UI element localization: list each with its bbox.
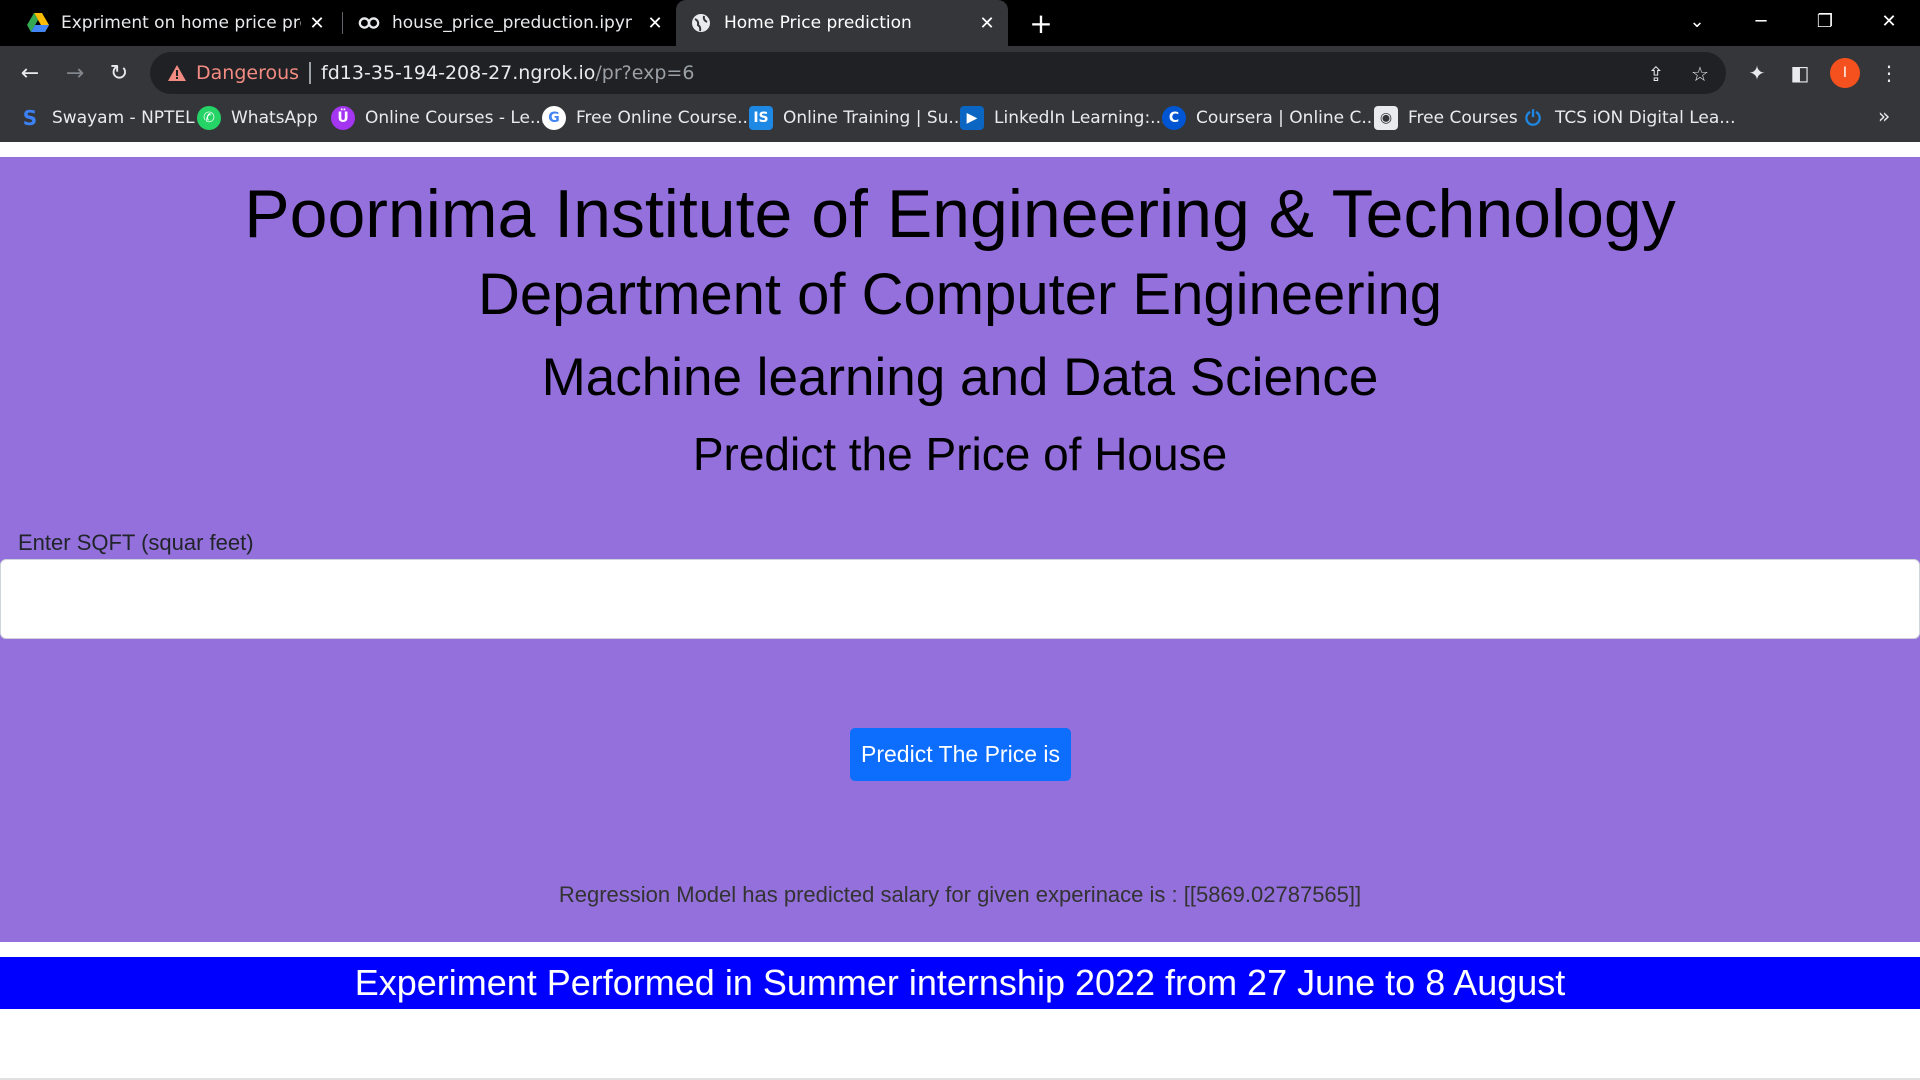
bookmarks-overflow-button[interactable]: »: [1878, 104, 1890, 128]
bookmark-label: Free Online Course...: [576, 108, 754, 128]
extensions-icon[interactable]: ✦: [1740, 56, 1774, 90]
linkedin-learning-icon: ▶: [960, 106, 984, 130]
prediction-result: Regression Model has predicted salary fo…: [558, 882, 1362, 907]
warning-icon[interactable]: [168, 64, 186, 82]
close-tab-icon[interactable]: ✕: [976, 12, 998, 34]
main-section: Poornima Institute of Engineering & Tech…: [0, 157, 1920, 1009]
bookmark-free-courses[interactable]: ◉ Free Courses: [1374, 100, 1518, 136]
sqft-label: Enter SQFT (squar feet): [18, 530, 254, 555]
bookmark-swayam[interactable]: S Swayam - NPTEL: [18, 100, 195, 136]
swayam-icon: S: [22, 106, 38, 130]
bookmarks-bar: S Swayam - NPTEL ✆ WhatsApp Ü Online Cou…: [0, 100, 1920, 142]
profile-avatar[interactable]: I: [1830, 58, 1860, 88]
tab-home-price-prediction[interactable]: Home Price prediction ✕: [676, 0, 1008, 46]
bookmark-star-icon[interactable]: ☆: [1687, 61, 1713, 87]
browser-tab-bar: Expriment on home price predict ✕ house_…: [0, 0, 1920, 46]
back-icon[interactable]: ←: [13, 56, 47, 90]
reload-icon[interactable]: ↻: [102, 56, 136, 90]
bookmark-label: Online Training | Su...: [783, 108, 965, 128]
udemy-icon: Ü: [331, 106, 355, 130]
department-heading: Department of Computer Engineering: [478, 262, 1442, 327]
tab-search-icon[interactable]: ⌄: [1665, 0, 1729, 42]
tab-colab[interactable]: house_price_preduction.ipynb - C ✕: [346, 0, 676, 46]
google-icon: G: [542, 106, 566, 130]
bookmark-whatsapp[interactable]: ✆ WhatsApp: [197, 100, 318, 136]
footer-banner: Experiment Performed in Summer internshi…: [0, 957, 1920, 1009]
minimize-icon[interactable]: ─: [1729, 0, 1793, 42]
predict-button[interactable]: Predict The Price is: [850, 728, 1071, 781]
is-icon: IS: [749, 106, 773, 130]
tab-title: Home Price prediction: [724, 13, 912, 33]
bookmark-label: LinkedIn Learning:...: [994, 108, 1167, 128]
close-tab-icon[interactable]: ✕: [644, 12, 666, 34]
coursera-icon: C: [1162, 106, 1186, 130]
url-host: fd13-35-194-208-27.ngrok.io: [321, 62, 596, 84]
bookmark-label: TCS iON Digital Lea...: [1555, 108, 1736, 128]
course-heading: Machine learning and Data Science: [541, 348, 1379, 407]
page-title: Predict the Price of House: [692, 428, 1228, 480]
restore-icon[interactable]: ❐: [1793, 0, 1857, 42]
sqft-input[interactable]: [0, 559, 1920, 639]
shield-icon: ◉: [1374, 106, 1398, 130]
bookmark-label: Online Courses - Le...: [365, 108, 547, 128]
whatsapp-icon: ✆: [197, 106, 221, 130]
security-label[interactable]: Dangerous: [196, 62, 299, 84]
tab-title: Expriment on home price predict: [61, 13, 301, 33]
bookmark-coursera[interactable]: C Coursera | Online C...: [1162, 100, 1378, 136]
omnibox-divider: [309, 62, 312, 84]
forward-icon[interactable]: →: [58, 56, 92, 90]
bookmark-tcs-ion[interactable]: ⏻ TCS iON Digital Lea...: [1521, 100, 1735, 136]
colab-icon: [358, 12, 380, 34]
address-bar[interactable]: Dangerous fd13-35-194-208-27.ngrok.io/pr…: [150, 52, 1726, 94]
bookmark-online-training[interactable]: IS Online Training | Su...: [749, 100, 965, 136]
close-window-icon[interactable]: ✕: [1857, 0, 1920, 42]
new-tab-button[interactable]: +: [1026, 7, 1056, 40]
close-tab-icon[interactable]: ✕: [306, 12, 328, 34]
bookmark-label: Free Courses: [1408, 108, 1518, 128]
power-icon: ⏻: [1525, 106, 1541, 130]
bookmark-label: WhatsApp: [231, 108, 318, 128]
tab-divider: [342, 12, 343, 34]
bookmark-label: Coursera | Online C...: [1196, 108, 1378, 128]
google-drive-icon: [27, 12, 49, 34]
url-path: /pr?exp=6: [595, 62, 695, 84]
share-icon[interactable]: ⇪: [1643, 61, 1669, 87]
bookmark-linkedin-learning[interactable]: ▶ LinkedIn Learning:...: [960, 100, 1166, 136]
bookmark-free-online-course[interactable]: G Free Online Course...: [542, 100, 753, 136]
tab-experiment[interactable]: Expriment on home price predict ✕: [0, 0, 338, 46]
menu-icon[interactable]: ⋮: [1872, 56, 1906, 90]
bookmark-online-courses[interactable]: Ü Online Courses - Le...: [331, 100, 546, 136]
side-panel-icon[interactable]: ◧: [1783, 56, 1817, 90]
globe-icon: [690, 12, 712, 34]
page-content: Poornima Institute of Engineering & Tech…: [0, 142, 1920, 1080]
bookmark-label: Swayam - NPTEL: [52, 108, 195, 128]
tab-title: house_price_preduction.ipynb - C: [392, 13, 632, 33]
browser-toolbar: ← → ↻ Dangerous fd13-35-194-208-27.ngrok…: [0, 46, 1920, 100]
institute-heading: Poornima Institute of Engineering & Tech…: [244, 176, 1676, 252]
